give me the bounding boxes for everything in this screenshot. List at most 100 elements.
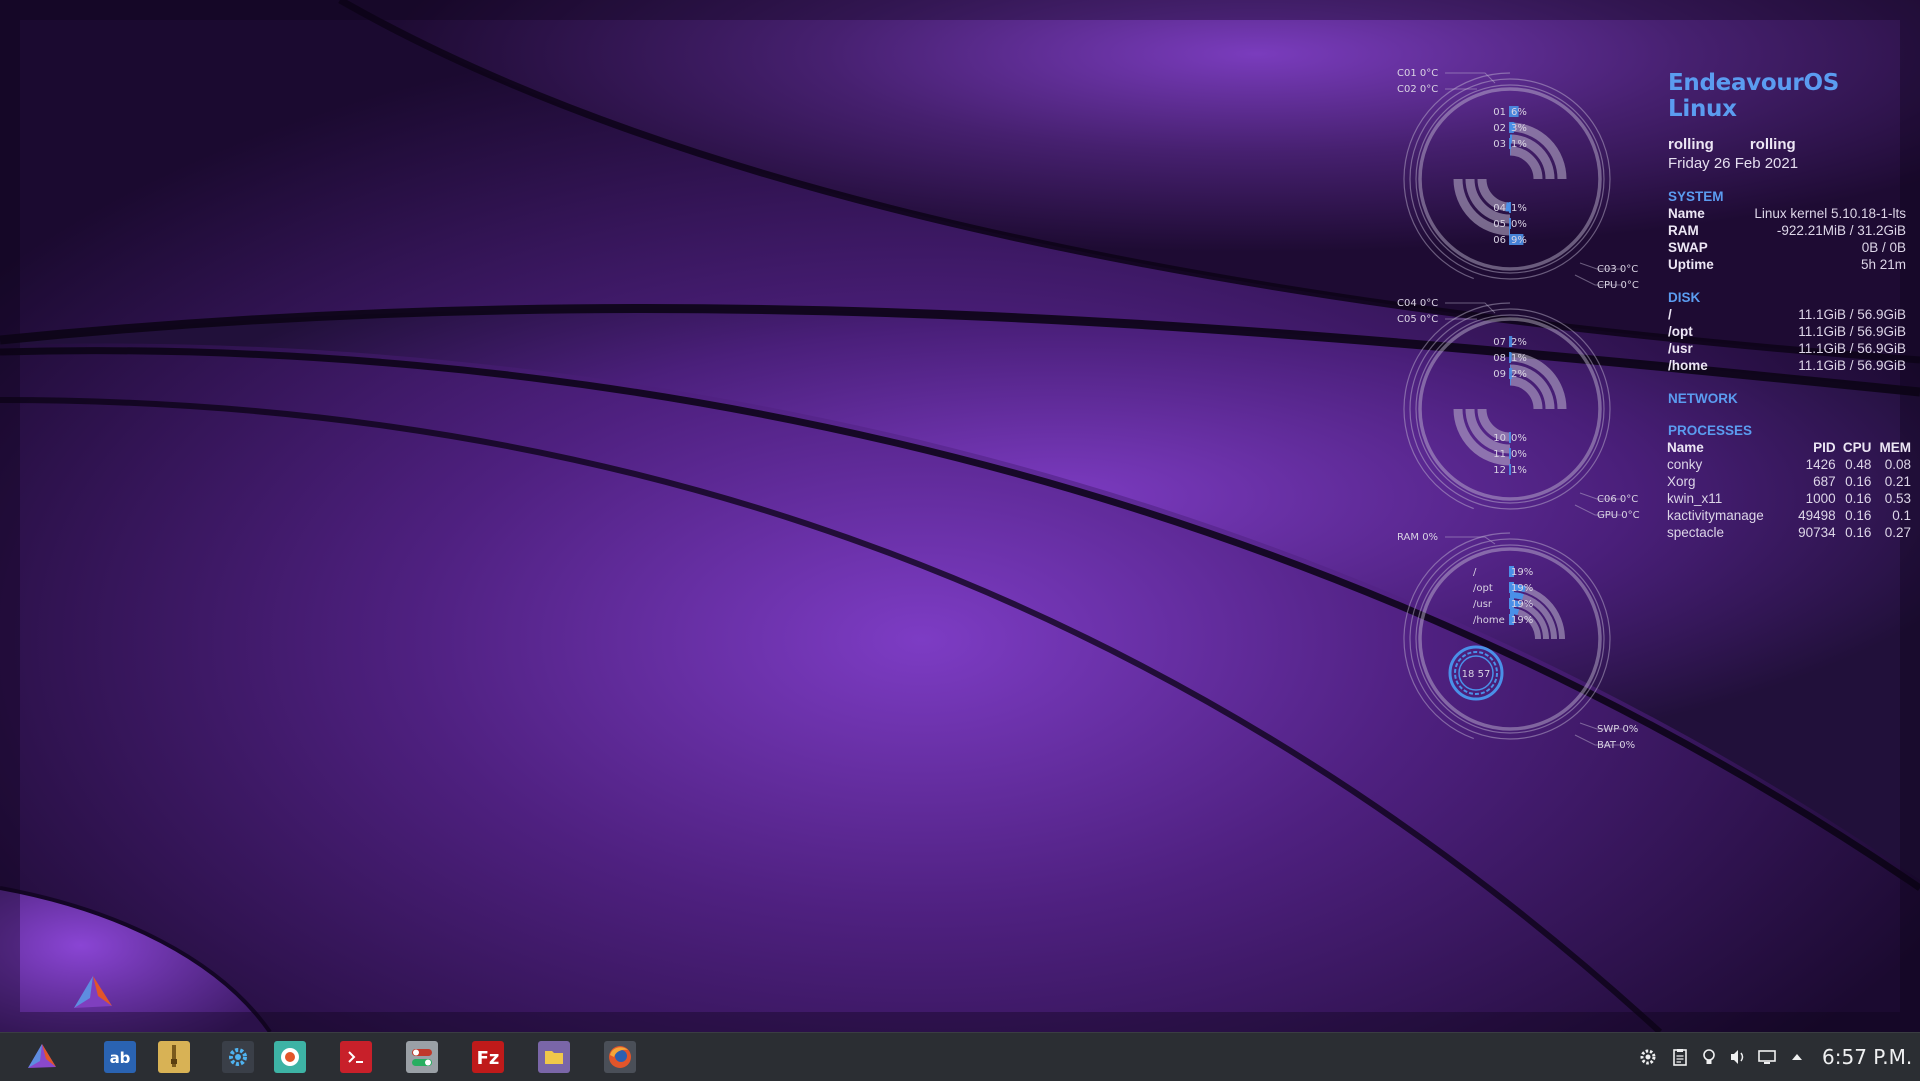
system-row: RAM -922.21MiB / 31.2GiB: [1668, 222, 1906, 239]
process-name: spectacle: [1667, 524, 1789, 541]
processes-section-header: PROCESSES: [1668, 423, 1906, 438]
core-lower-id: 04: [1493, 203, 1506, 214]
firefox-icon[interactable]: [604, 1041, 636, 1073]
file-manager-icon[interactable]: [538, 1041, 570, 1073]
release-row: rolling rolling: [1668, 136, 1906, 153]
core-upper-id: 01: [1493, 107, 1506, 118]
expand-arrow-icon[interactable]: [1787, 1047, 1807, 1067]
disk-row: /home11.1GiB / 56.9GiB: [1668, 357, 1906, 374]
system-value: -922.21MiB / 31.2GiB: [1777, 222, 1906, 239]
network-section-header: NETWORK: [1668, 391, 1906, 406]
software-updater-icon[interactable]: [274, 1041, 306, 1073]
filezilla-icon[interactable]: Fz: [472, 1041, 504, 1073]
core-lower-id: 11: [1493, 449, 1506, 460]
disk-pct: 19%: [1511, 615, 1533, 626]
release-right: rolling: [1750, 136, 1796, 153]
core-upper-pct: 1%: [1511, 353, 1527, 364]
temp-label: CPU 0°C: [1597, 280, 1639, 291]
night-color-icon[interactable]: [1699, 1047, 1719, 1067]
disk-name: /usr: [1473, 599, 1493, 610]
disk-arc-fill: [1510, 611, 1518, 612]
discover-icon[interactable]: ab: [104, 1041, 136, 1073]
system-row: SWAP0B / 0B: [1668, 239, 1906, 256]
process-row: kactivitymanage 49498 0.16 0.1: [1667, 507, 1911, 524]
current-date: Friday 26 Feb 2021: [1668, 155, 1906, 172]
process-cpu: 0.48: [1836, 456, 1872, 473]
process-table: Name PID CPU MEM conky 1426 0.48 0.08 Xo…: [1667, 439, 1911, 541]
core-upper-pct: 6%: [1511, 107, 1527, 118]
clock-dial-time: 18 57: [1462, 669, 1491, 680]
core-upper-pct: 2%: [1511, 337, 1527, 348]
clipboard-icon[interactable]: [1670, 1047, 1690, 1067]
volume-icon[interactable]: [1728, 1047, 1748, 1067]
system-settings-icon[interactable]: [222, 1041, 254, 1073]
core-lower-pct: 0%: [1511, 449, 1527, 460]
settings-gear-icon[interactable]: [1638, 1047, 1658, 1067]
temp-label: C01 0°C: [1397, 68, 1438, 79]
temp-label: GPU 0°C: [1597, 510, 1640, 521]
ram-label: RAM 0%: [1397, 532, 1438, 543]
core-upper-pct: 1%: [1511, 139, 1527, 150]
core-lower-pct: 0%: [1511, 219, 1527, 230]
system-key: RAM: [1668, 222, 1699, 239]
core-upper-id: 09: [1493, 369, 1506, 380]
system-row: NameLinux kernel 5.10.18-1-lts: [1668, 205, 1906, 222]
disk-name: /: [1473, 567, 1477, 578]
disk-usage: 11.1GiB / 56.9GiB: [1798, 323, 1906, 340]
taskbar: ab Fz 6:57 P.M.: [0, 1032, 1920, 1081]
disk-row: / 11.1GiB / 56.9GiB: [1668, 306, 1906, 323]
temp-label: C05 0°C: [1397, 314, 1438, 325]
conky-system-info-panel: EndeavourOS Linux rolling rolling Friday…: [1668, 70, 1906, 541]
core-upper-id: 08: [1493, 353, 1506, 364]
col-mem: MEM: [1871, 439, 1911, 456]
process-mem: 0.1: [1871, 507, 1911, 524]
archive-manager-icon[interactable]: [158, 1041, 190, 1073]
process-row: kwin_x11 1000 0.16 0.53: [1667, 490, 1911, 507]
process-pid: 1000: [1789, 490, 1836, 507]
core-upper-id: 02: [1493, 123, 1506, 134]
core-lower-pct: 0%: [1511, 433, 1527, 444]
temp-label: C03 0°C: [1597, 264, 1638, 275]
core-lower-pct: 1%: [1511, 203, 1527, 214]
system-row: Uptime5h 21m: [1668, 256, 1906, 273]
core-upper-id: 07: [1493, 337, 1506, 348]
toggle-settings-icon[interactable]: [406, 1041, 438, 1073]
process-mem: 0.08: [1871, 456, 1911, 473]
display-icon[interactable]: [1757, 1047, 1777, 1067]
process-name: kactivitymanage: [1667, 507, 1789, 524]
taskbar-clock[interactable]: 6:57 P.M.: [1822, 1045, 1912, 1069]
disk-mount: /usr: [1668, 340, 1693, 357]
disk-arc-fill: [1510, 595, 1523, 597]
system-value: Linux kernel 5.10.18-1-lts: [1754, 205, 1906, 222]
disk-usage: 11.1GiB / 56.9GiB: [1798, 306, 1906, 323]
disk-row: /opt11.1GiB / 56.9GiB: [1668, 323, 1906, 340]
process-mem: 0.27: [1871, 524, 1911, 541]
process-name: Xorg: [1667, 473, 1789, 490]
core-upper-pct: 2%: [1511, 369, 1527, 380]
temp-label: C02 0°C: [1397, 84, 1438, 95]
process-name: conky: [1667, 456, 1789, 473]
process-mem: 0.53: [1871, 490, 1911, 507]
disk-pct: 19%: [1511, 583, 1533, 594]
svg-text:ab: ab: [110, 1049, 131, 1067]
core-upper-arc: [1510, 381, 1538, 409]
disk-usage: 11.1GiB / 56.9GiB: [1798, 340, 1906, 357]
process-cpu: 0.16: [1836, 473, 1872, 490]
disk-mount: /home: [1668, 357, 1708, 374]
battery-label: BAT 0%: [1597, 740, 1635, 751]
process-table-header: Name PID CPU MEM: [1667, 439, 1911, 456]
process-row: conky 1426 0.48 0.08: [1667, 456, 1911, 473]
process-cpu: 0.16: [1836, 524, 1872, 541]
col-name: Name: [1667, 439, 1789, 456]
process-cpu: 0.16: [1836, 507, 1872, 524]
desktop-endeavouros-icon[interactable]: [70, 970, 116, 1016]
core-upper-id: 03: [1493, 139, 1506, 150]
core-lower-pct: 1%: [1511, 465, 1527, 476]
application-launcher-icon[interactable]: [26, 1041, 58, 1073]
col-cpu: CPU: [1836, 439, 1872, 456]
process-cpu: 0.16: [1836, 490, 1872, 507]
terminal-icon[interactable]: [340, 1041, 372, 1073]
disk-mount: /: [1668, 306, 1672, 323]
process-pid: 49498: [1789, 507, 1836, 524]
svg-text:Fz: Fz: [477, 1048, 500, 1069]
